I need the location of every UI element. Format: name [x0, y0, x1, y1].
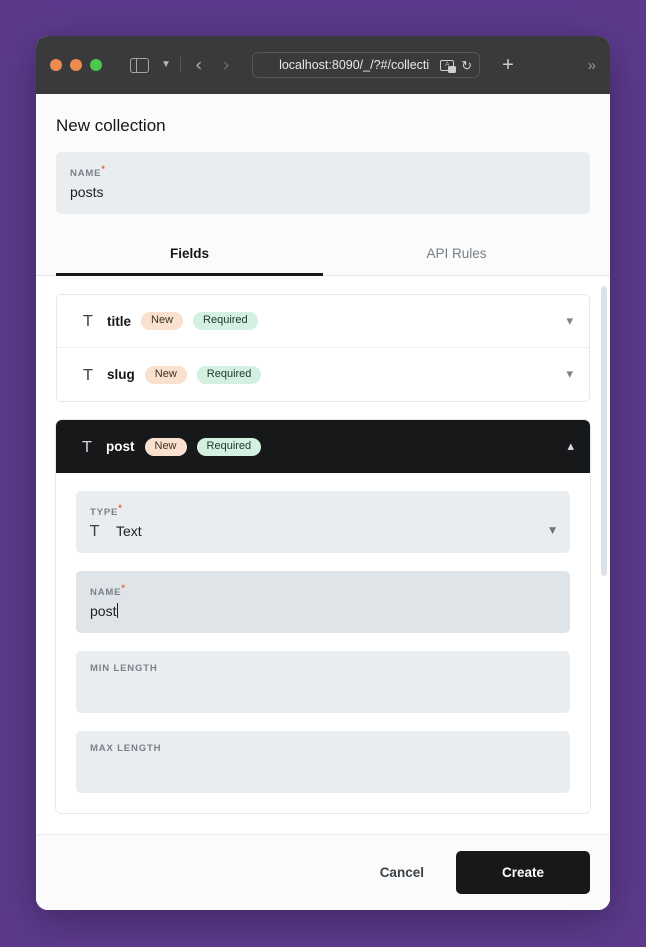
min-length-block[interactable]: MIN LENGTH	[76, 651, 570, 713]
tab-api-rules[interactable]: API Rules	[323, 233, 590, 275]
cancel-button[interactable]: Cancel	[358, 853, 446, 892]
expanded-field-header[interactable]: T post New Required ▴	[56, 420, 590, 473]
field-name-label: title	[107, 313, 132, 329]
overflow-menu-icon[interactable]: »	[588, 58, 596, 73]
text-type-icon: T	[83, 365, 93, 384]
window-controls	[50, 59, 102, 71]
back-button[interactable]: ‹	[195, 55, 203, 75]
required-asterisk: *	[118, 503, 123, 513]
sidebar-toggle-icon[interactable]	[130, 57, 149, 73]
minimize-window-button[interactable]	[70, 59, 82, 71]
chevron-down-icon[interactable]: ▾	[566, 315, 573, 328]
min-length-label: MIN LENGTH	[90, 663, 158, 674]
collection-name-label-text: NAME	[70, 168, 102, 180]
scrollbar-thumb[interactable]	[601, 286, 607, 576]
tab-fields[interactable]: Fields	[56, 233, 323, 276]
max-length-block[interactable]: MAX LENGTH	[76, 731, 570, 793]
field-type-select[interactable]: TYPE* T Text ▼	[76, 491, 570, 553]
collection-name-field[interactable]: NAME* posts	[56, 152, 590, 214]
field-name-label-block: NAME*	[90, 583, 556, 598]
expanded-field-body: TYPE* T Text ▼ NAME* post MIN LENGTH MAX…	[56, 473, 590, 813]
field-row-title[interactable]: T title New Required ▾	[57, 295, 589, 348]
text-type-icon: T	[90, 522, 100, 541]
forward-button[interactable]: ›	[223, 55, 231, 75]
fields-scroll-area: T title New Required ▾ T slug New Requir…	[36, 276, 610, 834]
field-name-label-text: NAME	[90, 587, 122, 599]
text-type-icon: T	[82, 437, 92, 456]
toolbar-divider	[179, 57, 181, 73]
badge-new: New	[141, 312, 184, 330]
browser-window: ▼ ‹ › localhost:8090/_/?#/collecti A ↻ +…	[36, 36, 610, 910]
fields-content: T title New Required ▾ T slug New Requir…	[36, 294, 610, 813]
app-page: New collection NAME* posts Fields API Ru…	[36, 94, 610, 910]
field-name-input[interactable]: post	[90, 603, 116, 619]
text-type-icon: T	[83, 312, 93, 330]
scrollbar-track[interactable]	[601, 276, 607, 834]
chevron-down-icon[interactable]: ▼	[161, 60, 171, 70]
reload-icon[interactable]: ↻	[461, 59, 472, 72]
field-row-slug[interactable]: T slug New Required ▾	[57, 348, 589, 401]
chevron-down-icon[interactable]: ▼	[549, 526, 556, 536]
translate-icon[interactable]: A	[440, 59, 457, 73]
required-asterisk: *	[101, 164, 106, 174]
page-title: New collection	[56, 116, 166, 135]
field-name-label: slug	[107, 367, 135, 382]
badge-required: Required	[196, 365, 262, 384]
badge-new: New	[144, 365, 187, 384]
badge-new: New	[144, 437, 187, 456]
field-type-value-row: T Text ▼	[90, 522, 556, 540]
collapsed-fields-list: T title New Required ▾ T slug New Requir…	[56, 294, 590, 402]
create-button[interactable]: Create	[455, 851, 590, 894]
chevron-up-icon[interactable]: ▴	[567, 440, 574, 453]
field-name-input-block[interactable]: NAME* post	[76, 571, 570, 633]
tab-bar: Fields API Rules	[36, 233, 610, 276]
field-type-value: Text	[116, 523, 142, 540]
url-bar[interactable]: localhost:8090/_/?#/collecti A ↻	[252, 52, 481, 78]
collection-name-label: NAME*	[70, 164, 576, 179]
badge-required: Required	[193, 312, 258, 330]
url-text: localhost:8090/_/?#/collecti	[279, 58, 430, 72]
badge-required: Required	[196, 437, 262, 456]
dialog-footer: Cancel Create	[36, 834, 610, 910]
chevron-down-icon[interactable]: ▾	[566, 368, 573, 381]
field-type-label-text: TYPE	[90, 507, 119, 519]
close-window-button[interactable]	[50, 59, 62, 71]
collection-name-input[interactable]: posts	[70, 184, 576, 200]
browser-toolbar: ▼ ‹ › localhost:8090/_/?#/collecti A ↻ +…	[36, 36, 610, 94]
required-asterisk: *	[121, 583, 126, 593]
expanded-field-post: T post New Required ▴ TYPE* T Text ▼ NAM…	[56, 420, 590, 813]
maximize-window-button[interactable]	[90, 59, 102, 71]
field-type-value-wrap: T Text ▼	[90, 522, 556, 540]
field-type-label: TYPE*	[90, 503, 556, 518]
max-length-label: MAX LENGTH	[90, 743, 162, 754]
text-caret	[117, 603, 119, 619]
url-bar-icons: A ↻	[440, 59, 472, 73]
new-tab-button[interactable]: +	[502, 55, 514, 75]
field-name-label: post	[106, 439, 135, 454]
field-name-input-row: post	[90, 603, 556, 619]
